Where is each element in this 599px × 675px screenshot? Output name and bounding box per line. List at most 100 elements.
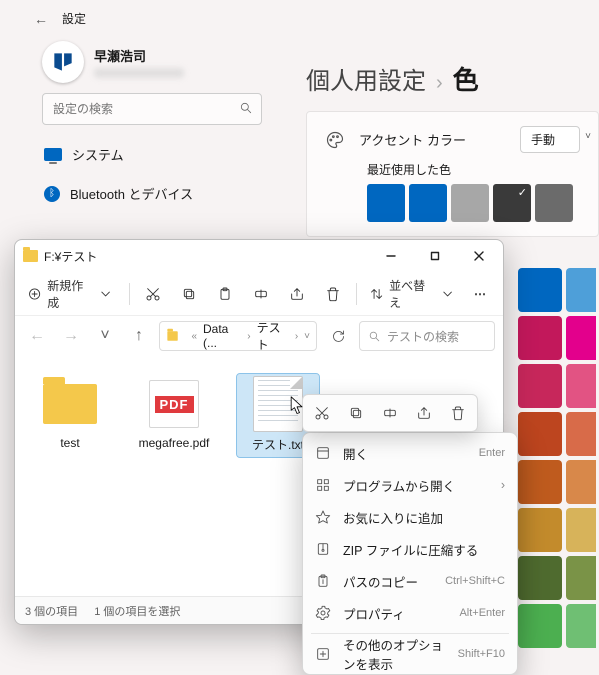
delete-button[interactable] bbox=[442, 398, 474, 428]
ctx-props[interactable]: プロパティ Alt+Enter bbox=[303, 597, 517, 629]
monitor-icon bbox=[44, 148, 62, 161]
color-swatch[interactable] bbox=[518, 604, 562, 648]
nav-back[interactable]: ← bbox=[23, 322, 51, 350]
ctx-apps[interactable]: プログラムから開く› bbox=[303, 469, 517, 501]
rename-button[interactable] bbox=[244, 278, 278, 310]
ctx-path[interactable]: パスのコピー Ctrl+Shift+C bbox=[303, 565, 517, 597]
share-button[interactable] bbox=[280, 278, 314, 310]
chevron-icon: « bbox=[189, 331, 199, 342]
nav-up[interactable]: ˅ bbox=[91, 322, 119, 350]
ctx-accel: Shift+F10 bbox=[458, 648, 505, 660]
file-item[interactable]: test bbox=[29, 374, 111, 454]
crumb[interactable]: テスト bbox=[257, 319, 289, 353]
color-swatch[interactable] bbox=[409, 184, 447, 222]
breadcrumb-root[interactable]: 個人用設定 bbox=[306, 61, 426, 96]
titlebar: F:¥テスト bbox=[15, 240, 503, 272]
ctx-label: パスのコピー bbox=[343, 572, 433, 591]
nav-label: システム bbox=[72, 145, 124, 164]
ctx-accel: Alt+Enter bbox=[459, 607, 505, 619]
cut-button[interactable] bbox=[136, 278, 170, 310]
close-button[interactable] bbox=[457, 241, 501, 271]
nav-up-folder[interactable]: ↑ bbox=[125, 322, 153, 350]
color-swatch[interactable] bbox=[518, 460, 562, 504]
more-button[interactable]: ⋯ bbox=[463, 278, 497, 310]
copy-button[interactable] bbox=[340, 398, 372, 428]
zip-icon bbox=[315, 541, 331, 557]
ctx-accel: Enter bbox=[479, 447, 505, 459]
divider bbox=[129, 283, 130, 305]
folder-icon bbox=[23, 250, 38, 262]
delete-button[interactable] bbox=[316, 278, 350, 310]
ctx-open[interactable]: 開くEnter bbox=[303, 437, 517, 469]
ctx-label: プロパティ bbox=[343, 604, 447, 623]
color-swatch[interactable] bbox=[566, 604, 596, 648]
breadcrumb-leaf: 色 bbox=[453, 60, 479, 97]
divider bbox=[356, 283, 357, 305]
chevron-down-icon bbox=[98, 286, 113, 302]
sort-button[interactable]: 並べ替え bbox=[363, 278, 461, 310]
ctx-zip[interactable]: ZIP ファイルに圧縮する bbox=[303, 533, 517, 565]
accent-card: アクセント カラー 手動 最近使用した色 bbox=[306, 111, 599, 237]
pdf-icon: PDF bbox=[144, 378, 204, 430]
window-title: F:¥テスト bbox=[44, 248, 369, 265]
color-swatch[interactable] bbox=[566, 316, 596, 360]
color-swatch[interactable] bbox=[367, 184, 405, 222]
color-swatch[interactable] bbox=[566, 556, 596, 600]
profile-email-blurred bbox=[94, 68, 184, 78]
settings-title: 設定 bbox=[62, 10, 86, 27]
file-item[interactable]: PDFmegafree.pdf bbox=[133, 374, 215, 454]
accent-mode-select[interactable]: 手動 bbox=[520, 126, 580, 153]
settings-search-input[interactable] bbox=[51, 101, 239, 117]
ctx-accel: Ctrl+Shift+C bbox=[445, 575, 505, 587]
refresh-button[interactable] bbox=[323, 321, 353, 351]
chevron-right-icon: › bbox=[245, 331, 252, 342]
color-swatch[interactable] bbox=[566, 508, 596, 552]
share-button[interactable] bbox=[408, 398, 440, 428]
chevron-right-icon: › bbox=[436, 72, 443, 95]
color-swatch[interactable] bbox=[518, 412, 562, 456]
ctx-label: プログラムから開く bbox=[343, 476, 489, 495]
color-swatch[interactable] bbox=[518, 556, 562, 600]
color-swatch[interactable] bbox=[518, 268, 562, 312]
color-swatch[interactable] bbox=[518, 316, 562, 360]
paste-button[interactable] bbox=[208, 278, 242, 310]
back-icon[interactable]: ← bbox=[34, 11, 48, 27]
color-swatch[interactable] bbox=[566, 460, 596, 504]
divider bbox=[311, 633, 509, 634]
ctx-more-options[interactable]: その他のオプションを表示Shift+F10 bbox=[303, 638, 517, 670]
copy-button[interactable] bbox=[172, 278, 206, 310]
color-swatch[interactable] bbox=[566, 412, 596, 456]
search-icon bbox=[239, 101, 253, 118]
apps-icon bbox=[315, 477, 331, 493]
status-selection: 1 個の項目を選択 bbox=[94, 603, 180, 619]
search-placeholder: テストの検索 bbox=[387, 328, 459, 345]
color-swatch[interactable] bbox=[518, 508, 562, 552]
color-swatch[interactable] bbox=[518, 364, 562, 408]
color-swatch[interactable] bbox=[566, 268, 596, 312]
address-bar[interactable]: « Data (... › テスト › ˅ bbox=[159, 321, 317, 351]
minimize-button[interactable] bbox=[369, 241, 413, 271]
color-swatch[interactable] bbox=[566, 364, 596, 408]
ctx-star[interactable]: お気に入りに追加 bbox=[303, 501, 517, 533]
explorer-search[interactable]: テストの検索 bbox=[359, 321, 495, 351]
recent-colors-label: 最近使用した色 bbox=[367, 161, 580, 178]
cut-button[interactable] bbox=[306, 398, 338, 428]
nav-forward[interactable]: → bbox=[57, 322, 85, 350]
accent-color-grid bbox=[518, 268, 596, 648]
crumb[interactable]: Data (... bbox=[203, 322, 241, 350]
chevron-down-icon[interactable]: ˅ bbox=[304, 331, 310, 342]
context-menu: 開くEnterプログラムから開く›お気に入りに追加ZIP ファイルに圧縮するパス… bbox=[302, 432, 518, 675]
color-swatch[interactable] bbox=[451, 184, 489, 222]
rename-button[interactable] bbox=[374, 398, 406, 428]
color-swatch[interactable] bbox=[535, 184, 573, 222]
search-icon bbox=[368, 330, 381, 343]
context-mini-toolbar bbox=[302, 394, 478, 432]
folder-icon bbox=[167, 331, 178, 341]
settings-search[interactable] bbox=[42, 93, 262, 125]
color-swatch[interactable] bbox=[493, 184, 531, 222]
accent-label: アクセント カラー bbox=[359, 130, 506, 149]
new-button[interactable]: 新規作成 bbox=[21, 278, 123, 310]
maximize-button[interactable] bbox=[413, 241, 457, 271]
recent-colors bbox=[367, 184, 580, 222]
address-bar-row: ← → ˅ ↑ « Data (... › テスト › ˅ テストの検索 bbox=[15, 316, 503, 356]
